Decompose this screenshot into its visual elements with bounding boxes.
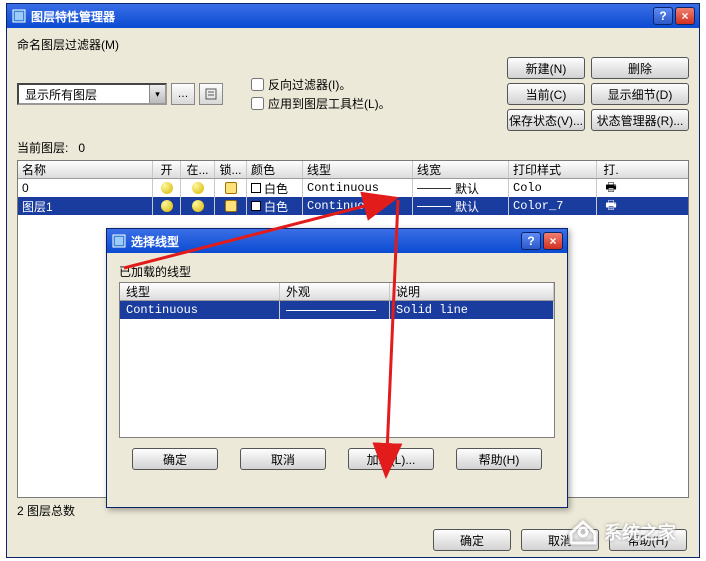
help-button[interactable]: ? bbox=[521, 232, 541, 250]
dash-icon bbox=[417, 188, 451, 189]
ok-button[interactable]: 确定 bbox=[132, 448, 218, 470]
current-button[interactable]: 当前(C) bbox=[507, 83, 585, 105]
cell-lineweight[interactable]: 默认 bbox=[413, 179, 509, 197]
invert-filter-check[interactable]: 反向过滤器(I)。 bbox=[251, 76, 391, 93]
ok-button[interactable]: 确定 bbox=[433, 529, 511, 551]
sun-icon bbox=[192, 182, 204, 194]
titlebar[interactable]: 图层特性管理器 ? × bbox=[7, 4, 699, 28]
select-linetype-dialog: 选择线型 ? × 已加载的线型 线型 外观 说明 Continuous Soli… bbox=[106, 228, 568, 508]
th-linetype[interactable]: 线型 bbox=[303, 161, 413, 178]
load-button[interactable]: 加载(L)... bbox=[348, 448, 434, 470]
printer-icon: 🖶 bbox=[605, 197, 616, 215]
cell-freeze[interactable] bbox=[181, 179, 215, 197]
cell-linetype[interactable]: Continuous bbox=[303, 179, 413, 197]
cell-color[interactable]: 白色 bbox=[247, 197, 303, 215]
printer-icon: 🖶 bbox=[605, 179, 616, 197]
app-icon bbox=[111, 233, 127, 249]
lock-icon bbox=[225, 200, 237, 212]
dialog-title: 选择线型 bbox=[131, 233, 519, 250]
linetype-list: 线型 外观 说明 Continuous Solid line bbox=[119, 282, 555, 438]
lt-name: Continuous bbox=[120, 301, 280, 319]
cell-plotstyle: Colo bbox=[509, 179, 597, 197]
bulb-icon bbox=[161, 200, 173, 212]
th-lock[interactable]: 锁... bbox=[215, 161, 247, 178]
th-lt-desc[interactable]: 说明 bbox=[390, 283, 554, 300]
apply-toolbar-label: 应用到图层工具栏(L)。 bbox=[268, 95, 391, 112]
th-print[interactable]: 打. bbox=[597, 161, 625, 178]
invert-filter-checkbox[interactable] bbox=[251, 78, 264, 91]
color-swatch bbox=[251, 201, 261, 211]
close-button[interactable]: × bbox=[675, 7, 695, 25]
state-mgr-button[interactable]: 状态管理器(R)... bbox=[591, 109, 689, 131]
close-button[interactable]: × bbox=[543, 232, 563, 250]
cell-freeze[interactable] bbox=[181, 197, 215, 215]
filter-extra-button[interactable] bbox=[199, 83, 223, 105]
apply-toolbar-checkbox[interactable] bbox=[251, 97, 264, 110]
lt-appearance bbox=[280, 301, 390, 319]
th-color[interactable]: 颜色 bbox=[247, 161, 303, 178]
cell-color[interactable]: 白色 bbox=[247, 179, 303, 197]
titlebar[interactable]: 选择线型 ? × bbox=[107, 229, 567, 253]
save-state-button[interactable]: 保存状态(V)... bbox=[507, 109, 585, 131]
list-empty-area bbox=[120, 319, 554, 437]
current-layer-value: 0 bbox=[78, 141, 85, 155]
window-title: 图层特性管理器 bbox=[31, 8, 651, 25]
color-swatch bbox=[251, 183, 261, 193]
cell-name: 0 bbox=[18, 179, 153, 197]
bulb-icon bbox=[161, 182, 173, 194]
apply-toolbar-check[interactable]: 应用到图层工具栏(L)。 bbox=[251, 95, 391, 112]
table-row[interactable]: 图层1 白色 Continuous 默认 Color_7 🖶 bbox=[18, 197, 688, 215]
th-lt-appearance[interactable]: 外观 bbox=[280, 283, 390, 300]
table-row[interactable]: 0 白色 Continuous 默认 Colo 🖶 bbox=[18, 179, 688, 197]
cell-lock[interactable] bbox=[215, 179, 247, 197]
cell-lock[interactable] bbox=[215, 197, 247, 215]
th-on[interactable]: 开 bbox=[153, 161, 181, 178]
dash-icon bbox=[417, 206, 451, 207]
new-button[interactable]: 新建(N) bbox=[507, 57, 585, 79]
lt-desc: Solid line bbox=[390, 301, 554, 319]
th-lt-name[interactable]: 线型 bbox=[120, 283, 280, 300]
cell-on[interactable] bbox=[153, 197, 181, 215]
lock-icon bbox=[225, 182, 237, 194]
filter-combo[interactable]: 显示所有图层 ▾ bbox=[17, 83, 167, 105]
filter-browse-button[interactable]: … bbox=[171, 83, 195, 105]
cell-plotstyle: Color_7 bbox=[509, 197, 597, 215]
detail-button[interactable]: 显示细节(D) bbox=[591, 83, 689, 105]
th-name[interactable]: 名称 bbox=[18, 161, 153, 178]
current-layer-label: 当前图层: bbox=[17, 141, 68, 155]
cell-print[interactable]: 🖶 bbox=[597, 179, 625, 197]
cell-on[interactable] bbox=[153, 179, 181, 197]
filter-label: 命名图层过滤器(M) bbox=[17, 36, 689, 53]
invert-filter-label: 反向过滤器(I)。 bbox=[268, 76, 351, 93]
list-item[interactable]: Continuous Solid line bbox=[120, 301, 554, 319]
cell-linetype[interactable]: Continuous bbox=[303, 197, 413, 215]
sun-icon bbox=[192, 200, 204, 212]
cell-name: 图层1 bbox=[18, 197, 153, 215]
cancel-button[interactable]: 取消 bbox=[240, 448, 326, 470]
th-freeze[interactable]: 在... bbox=[181, 161, 215, 178]
th-plotstyle[interactable]: 打印样式 bbox=[509, 161, 597, 178]
cell-print[interactable]: 🖶 bbox=[597, 197, 625, 215]
watermark-text: 系统之家 bbox=[604, 519, 676, 545]
help-button[interactable]: 帮助(H) bbox=[456, 448, 542, 470]
house-icon bbox=[568, 519, 598, 545]
watermark: 系统之家 bbox=[568, 519, 676, 545]
delete-button[interactable]: 删除 bbox=[591, 57, 689, 79]
help-button[interactable]: ? bbox=[653, 7, 673, 25]
filter-combo-value: 显示所有图层 bbox=[19, 86, 149, 103]
app-icon bbox=[11, 8, 27, 24]
loaded-linetypes-label: 已加载的线型 bbox=[119, 263, 555, 280]
th-lineweight[interactable]: 线宽 bbox=[413, 161, 509, 178]
chevron-down-icon[interactable]: ▾ bbox=[149, 85, 165, 103]
cell-lineweight[interactable]: 默认 bbox=[413, 197, 509, 215]
table-head: 名称 开 在... 锁... 颜色 线型 线宽 打印样式 打. bbox=[18, 161, 688, 179]
